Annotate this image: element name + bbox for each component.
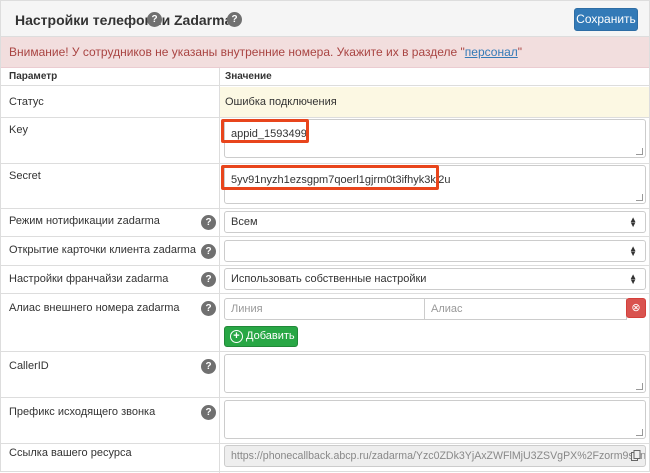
column-header-parameter: Параметр (9, 71, 58, 82)
copy-icon[interactable] (631, 450, 641, 462)
help-icon[interactable]: ? (201, 301, 216, 316)
notify-mode-label: Режим нотификации zadarma (9, 215, 160, 227)
resource-link-value: https://phonecallback.abcp.ru/zadarma/Yz… (231, 450, 646, 462)
help-icon[interactable]: ? (201, 272, 216, 287)
key-label: Key (9, 124, 28, 136)
save-button[interactable]: Сохранить (574, 8, 638, 31)
add-label: Добавить (246, 330, 295, 342)
status-cell: Ошибка подключения (220, 87, 649, 117)
resize-handle-icon[interactable] (636, 148, 643, 155)
line-placeholder: Линия (231, 303, 263, 315)
panel-header: Настройки телефонии ? Zadarma ? Сохранит… (1, 1, 649, 37)
notify-mode-select[interactable]: Всем ▲ ▼ (224, 211, 646, 233)
provider-help-icon[interactable]: ? (227, 12, 242, 27)
callerid-field[interactable] (224, 354, 646, 393)
callerid-label: CallerID (9, 360, 49, 372)
add-alias-button[interactable]: + Добавить (224, 326, 298, 347)
resource-link-field[interactable]: https://phonecallback.abcp.ru/zadarma/Yz… (224, 445, 646, 467)
provider-title: Zadarma (174, 12, 233, 28)
select-arrows-icon: ▲ ▼ (629, 215, 637, 229)
alias-line-input[interactable]: Линия (224, 298, 425, 320)
help-icon[interactable]: ? (201, 215, 216, 230)
help-icon[interactable]: ? (201, 405, 216, 420)
resize-handle-icon[interactable] (636, 429, 643, 436)
plus-icon: + (230, 330, 243, 343)
notify-mode-value: Всем (231, 216, 258, 228)
alias-name-input[interactable]: Алиас (424, 298, 627, 320)
help-icon[interactable]: ? (201, 244, 216, 259)
column-divider (219, 68, 220, 473)
personnel-link[interactable]: персонал (465, 45, 518, 59)
help-icon[interactable]: ? (201, 359, 216, 374)
alias-label: Алиас внешнего номера zadarma (9, 302, 180, 314)
table-row-status: Статус Ошибка подключения (1, 87, 649, 118)
status-label: Статус (9, 96, 44, 108)
alert-text-end: " (517, 45, 523, 59)
prefix-field[interactable] (224, 400, 646, 439)
open-card-select[interactable]: ▲ ▼ (224, 240, 646, 262)
key-highlight-box (221, 119, 309, 143)
help-icon[interactable]: ? (147, 12, 162, 27)
remove-alias-button[interactable]: ⊗ (626, 298, 646, 318)
table-header: Параметр Значение (1, 68, 649, 86)
status-value: Ошибка подключения (225, 96, 337, 108)
alias-placeholder: Алиас (431, 303, 463, 315)
resource-link-label: Ссылка вашего ресурса (9, 447, 132, 459)
resize-handle-icon[interactable] (636, 194, 643, 201)
column-header-value: Значение (225, 71, 272, 82)
select-arrows-icon: ▲ ▼ (629, 244, 637, 258)
open-card-label: Открытие карточки клиента zadarma (9, 244, 196, 256)
alert-text: Внимание! У сотрудников не указаны внутр… (9, 45, 465, 59)
warning-alert: Внимание! У сотрудников не указаны внутр… (1, 37, 649, 68)
franchise-select[interactable]: Использовать собственные настройки ▲ ▼ (224, 268, 646, 290)
select-arrows-icon: ▲ ▼ (629, 272, 637, 286)
close-icon: ⊗ (631, 302, 641, 314)
franchise-label: Настройки франчайзи zadarma (9, 273, 169, 285)
resize-handle-icon[interactable] (636, 383, 643, 390)
franchise-value: Использовать собственные настройки (231, 273, 427, 285)
secret-label: Secret (9, 170, 41, 182)
secret-highlight-box (221, 165, 439, 190)
telephony-settings-panel: Настройки телефонии ? Zadarma ? Сохранит… (0, 0, 650, 473)
prefix-label: Префикс исходящего звонка (9, 406, 156, 418)
